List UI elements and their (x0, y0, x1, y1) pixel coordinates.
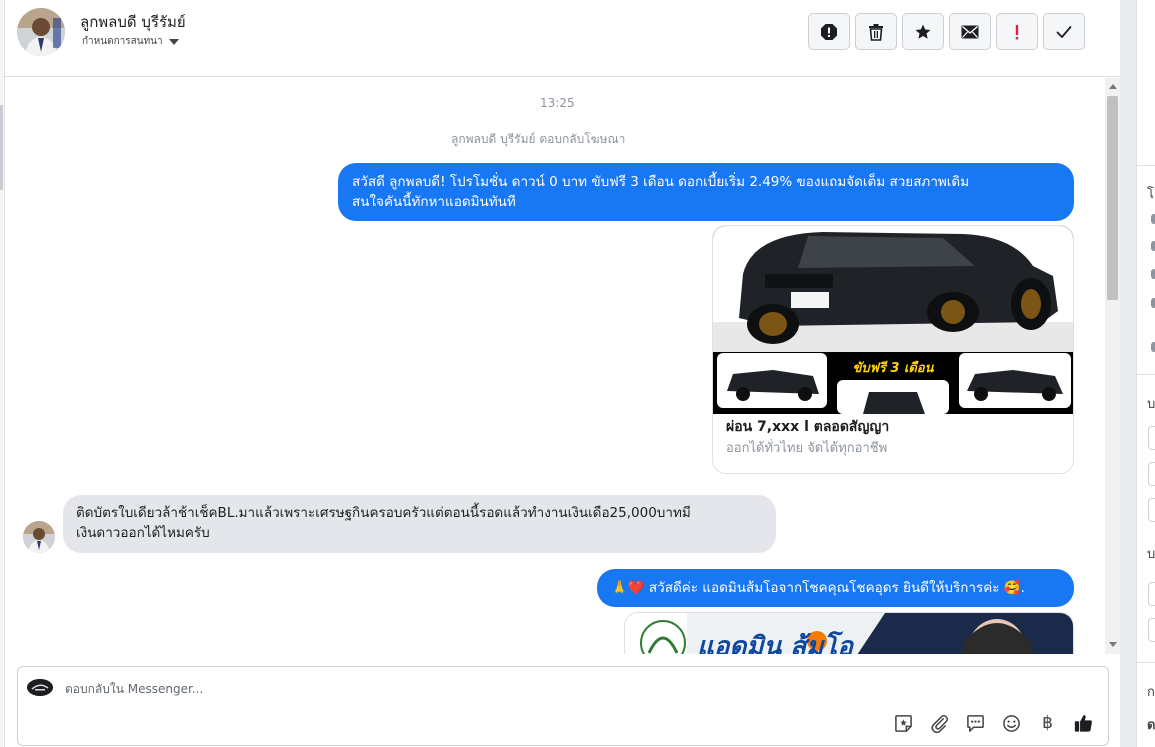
ad-card[interactable]: ขับฟรี 3 เดือน ผ่อน 7,xxx l ตลอดสัญญา ออ… (712, 225, 1074, 474)
ad-overlay-text: ขับฟรี 3 เดือน (852, 360, 934, 376)
ad-image: ขับฟรี 3 เดือน (713, 226, 1073, 414)
admin-image-card[interactable]: แอดมิน ส้มโอ (624, 612, 1074, 654)
contact-name: ลูกพลบดี บุรีรัมย์ (80, 13, 186, 31)
mark-unread-button[interactable] (949, 13, 991, 50)
panel-fragment: ก (1147, 685, 1155, 700)
saved-replies-button[interactable] (966, 713, 985, 733)
outgoing-message: 🙏❤️ สวัสดีค่ะ แอดมินส้มโอจากโชคคุณโชคอุด… (597, 569, 1074, 607)
contact-avatar[interactable] (17, 8, 65, 56)
message-text-line: สวัสดี ลูกพลบดี! โปรโมชั่น ดาวน์ 0 บาท ข… (352, 174, 970, 190)
message-thread: 13:25 ลูกพลบดี บุรีรัมย์ ตอบกลับโฆษณา สว… (5, 78, 1120, 654)
contact-info-panel: โ บ บ ก ด (1136, 0, 1155, 747)
star-icon (915, 24, 931, 39)
message-timestamp: 13:25 (540, 96, 575, 110)
schedule-dropdown[interactable]: กำหนดการสนทนา (82, 34, 179, 49)
composer-tools: ฿ (894, 713, 1093, 733)
contact-avatar-small (23, 521, 55, 553)
admin-overlay-text: แอดมิน ส้มโอ (697, 630, 854, 654)
incoming-message: ติดบัตรใบเดียวล้าช้าเช็คBL.มาแล้วเพราะเศ… (63, 495, 776, 553)
follow-up-button[interactable] (996, 13, 1038, 50)
ad-card-subtitle: ออกได้ทั่วไทย จัดได้ทุกอาชีพ (726, 441, 888, 456)
payment-button[interactable]: ฿ (1038, 713, 1057, 733)
saved-reply-icon (967, 714, 984, 732)
panel-fragment: โ (1147, 187, 1154, 202)
baht-icon: ฿ (1042, 713, 1053, 733)
delete-button[interactable] (855, 13, 897, 50)
spam-report-button[interactable] (808, 13, 850, 50)
inbox-app: ลูกพลบดี บุรีรัมย์ กำหนดการสนทนา 13:25 ล… (0, 0, 1155, 747)
reply-input[interactable] (65, 678, 1095, 700)
message-text-line: ติดบัตรใบเดียวล้าช้าเช็คBL.มาแล้วเพราะเศ… (76, 505, 691, 521)
thumbs-up-icon (1074, 715, 1092, 732)
scroll-up-icon[interactable] (1109, 84, 1117, 89)
sticker-icon (895, 714, 912, 732)
sticker-button[interactable] (894, 713, 913, 733)
ad-reply-note: ลูกพลบดี บุรีรัมย์ ตอบกลับโฆษณา (451, 132, 626, 146)
emoji-icon (1003, 714, 1020, 732)
trash-icon (869, 23, 883, 41)
attach-button[interactable] (930, 713, 949, 733)
paperclip-icon (931, 714, 949, 733)
scroll-down-icon[interactable] (1109, 642, 1117, 647)
outgoing-message: สวัสดี ลูกพลบดี! โปรโมชั่น ดาวน์ 0 บาท ข… (338, 163, 1074, 221)
scroll-thumb[interactable] (1107, 96, 1118, 300)
header-actions (808, 13, 1085, 50)
panel-fragment: ด (1147, 718, 1155, 733)
exclamation-icon (1015, 24, 1019, 39)
ad-card-title: ผ่อน 7,xxx l ตลอดสัญญา (726, 419, 890, 435)
envelope-icon (961, 25, 979, 38)
emoji-button[interactable] (1002, 713, 1021, 733)
thread-scrollbar[interactable] (1105, 78, 1120, 654)
schedule-label: กำหนดการสนทนา (82, 36, 163, 47)
spam-report-icon (821, 23, 837, 40)
like-button[interactable] (1074, 713, 1093, 733)
message-composer: ฿ (17, 666, 1109, 746)
panel-fragment: บ (1147, 547, 1155, 562)
message-text-line: สนใจคันนี้ทักหาแอดมินทันที (352, 194, 516, 210)
star-button[interactable] (902, 13, 944, 50)
checkmark-icon (1056, 25, 1072, 38)
page-avatar (27, 679, 53, 696)
caret-down-icon (168, 38, 179, 45)
mark-done-button[interactable] (1043, 13, 1085, 50)
admin-promo-image: แอดมิน ส้มโอ (625, 613, 1073, 654)
conversation-header: ลูกพลบดี บุรีรัมย์ กำหนดการสนทนา (5, 0, 1120, 77)
panel-fragment: บ (1147, 397, 1155, 412)
panel-gutter (1120, 0, 1136, 747)
message-text-line: เงินดาวออกได้ไหมครับ (76, 525, 210, 541)
